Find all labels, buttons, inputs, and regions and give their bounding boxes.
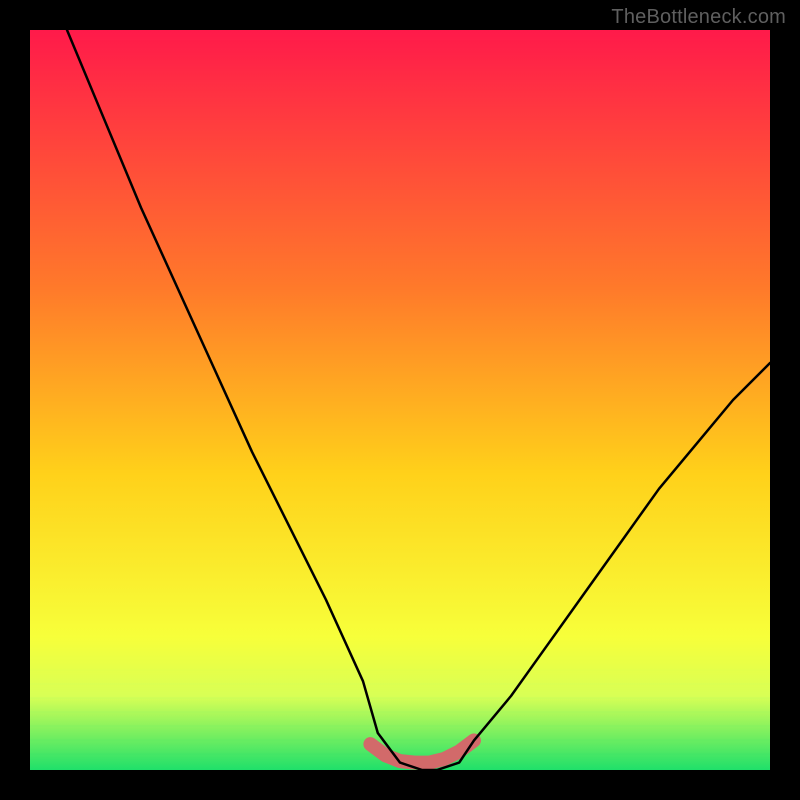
- bottleneck-curve: [67, 30, 770, 770]
- watermark-text: TheBottleneck.com: [611, 6, 786, 29]
- bottleneck-curve-layer: [30, 30, 770, 770]
- chart-frame: TheBottleneck.com: [0, 0, 800, 800]
- plot-area: [30, 30, 770, 770]
